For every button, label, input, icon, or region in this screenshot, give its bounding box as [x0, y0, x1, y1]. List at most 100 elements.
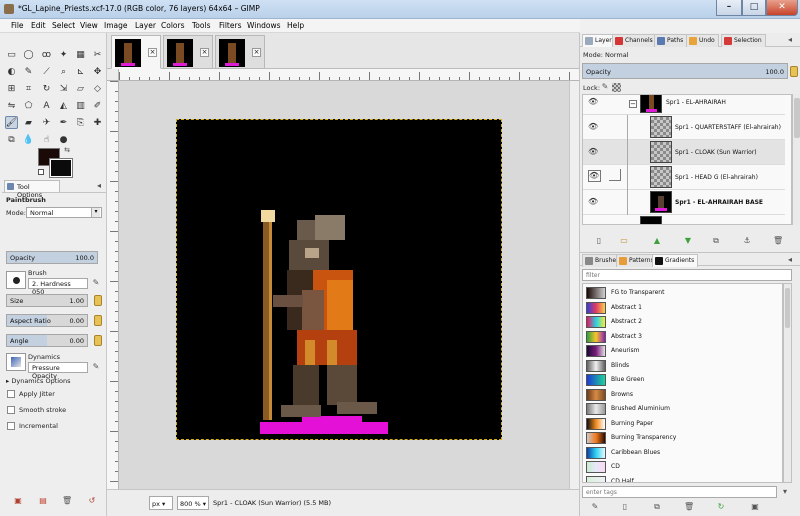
- gradient-item[interactable]: Browns: [583, 388, 782, 403]
- dock-menu-icon[interactable]: ◂: [785, 255, 795, 265]
- image-tab-2[interactable]: ×: [163, 35, 213, 69]
- gradient-item[interactable]: CD: [583, 460, 782, 475]
- gradient-item[interactable]: Burning Paper: [583, 417, 782, 432]
- layer-opacity-slider[interactable]: Opacity 100.0: [582, 63, 788, 79]
- dock-menu-icon[interactable]: ◂: [94, 181, 104, 191]
- smooth-stroke-checkbox[interactable]: [7, 406, 15, 414]
- text-icon[interactable]: A: [40, 99, 53, 112]
- gradients-scrollbar[interactable]: [783, 283, 792, 483]
- gradient-item[interactable]: Abstract 1: [583, 301, 782, 316]
- visibility-eye-icon[interactable]: 👁: [588, 147, 600, 156]
- tags-dropdown-icon[interactable]: ▾: [780, 487, 790, 497]
- tab-selection[interactable]: Selection: [721, 34, 766, 47]
- angle-slider[interactable]: Angle 0.00: [6, 334, 88, 347]
- chain-link-toggle[interactable]: [609, 169, 621, 181]
- heal-icon[interactable]: ✚: [91, 116, 104, 129]
- aspect-ratio-slider[interactable]: Aspect Ratio 0.00: [6, 314, 88, 327]
- paintbrush-icon[interactable]: 🖌: [5, 116, 18, 129]
- reset-options-icon[interactable]: ↺: [87, 496, 97, 506]
- reset-angle-icon[interactable]: [94, 335, 102, 346]
- image-tab-3[interactable]: ×: [215, 35, 265, 69]
- gradient-item[interactable]: Burning Transparency: [583, 431, 782, 446]
- clone-icon[interactable]: ⎘: [74, 116, 87, 129]
- ellipse-select-icon[interactable]: ◯: [22, 48, 35, 61]
- edit-gradient-icon[interactable]: ✎: [590, 502, 600, 512]
- layer-mode-label[interactable]: Mode: Normal: [583, 51, 628, 59]
- mode-select[interactable]: Normal ▾: [26, 207, 102, 218]
- duplicate-gradient-icon[interactable]: ⧉: [652, 502, 662, 512]
- gradient-as-image-icon[interactable]: ▣: [750, 502, 760, 512]
- restore-options-icon[interactable]: ▤: [38, 496, 48, 506]
- minimize-button[interactable]: –: [716, 0, 742, 16]
- layer-row[interactable]: 👁 Spr1 - HEAD G (El-ahrairah): [583, 165, 785, 190]
- shear-icon[interactable]: ▱: [74, 82, 87, 95]
- gradient-tags-input[interactable]: [582, 486, 777, 498]
- visibility-eye-icon[interactable]: 👁: [588, 170, 601, 182]
- crop-icon[interactable]: ⌗: [22, 82, 35, 95]
- layer-row-selected[interactable]: 👁 Spr1 - CLOAK (Sun Warrior): [583, 140, 785, 165]
- fuzzy-select-icon[interactable]: ✦: [57, 48, 70, 61]
- layer-row[interactable]: 👁 − Spr1 - EL-AHRAIRAH: [583, 95, 785, 115]
- ink-icon[interactable]: ✒: [57, 116, 70, 129]
- tab-undo[interactable]: Undo: [686, 34, 719, 47]
- gradient-item[interactable]: Brushed Aluminium: [583, 402, 782, 417]
- rotate-icon[interactable]: ↻: [40, 82, 53, 95]
- tab-channels[interactable]: Channels: [612, 34, 657, 47]
- menu-colors[interactable]: Colors: [161, 21, 185, 30]
- new-gradient-icon[interactable]: ▯: [620, 502, 630, 512]
- gradient-item[interactable]: Blinds: [583, 359, 782, 374]
- paths-icon[interactable]: ✎: [22, 65, 35, 78]
- gradient-item[interactable]: Blue Green: [583, 373, 782, 388]
- move-icon[interactable]: ✥: [91, 65, 104, 78]
- rect-select-icon[interactable]: ▭: [5, 48, 18, 61]
- layers-scrollbar[interactable]: [792, 94, 800, 225]
- close-tab-icon[interactable]: ×: [148, 48, 157, 57]
- measure-icon[interactable]: ⊾: [74, 65, 87, 78]
- color-picker-icon[interactable]: ⟋: [40, 65, 53, 78]
- blend-icon[interactable]: ▥: [74, 99, 87, 112]
- dynamics-preview[interactable]: [6, 353, 26, 371]
- opacity-slider[interactable]: Opacity 100.0: [6, 251, 98, 264]
- incremental-checkbox[interactable]: [7, 422, 15, 430]
- gradients-scrollbar-thumb[interactable]: [785, 288, 790, 328]
- tab-gradients[interactable]: Gradients: [652, 254, 699, 267]
- cage-transform-icon[interactable]: ⬠: [22, 99, 35, 112]
- menu-tools[interactable]: Tools: [192, 21, 210, 30]
- background-color-swatch[interactable]: [49, 158, 73, 178]
- flip-icon[interactable]: ⇋: [5, 99, 18, 112]
- swap-colors-icon[interactable]: ⇆: [62, 145, 72, 155]
- menu-edit[interactable]: Edit: [31, 21, 46, 30]
- image-tab-1[interactable]: ×: [111, 35, 161, 69]
- menu-file[interactable]: File: [11, 21, 24, 30]
- delete-options-icon[interactable]: 🗑: [62, 496, 72, 506]
- lower-layer-icon[interactable]: ▼: [683, 236, 693, 246]
- close-button[interactable]: ✕: [766, 0, 798, 16]
- visibility-eye-icon[interactable]: 👁: [588, 122, 600, 131]
- reset-size-icon[interactable]: [94, 295, 102, 306]
- canvas-vertical-scrollbar[interactable]: [569, 81, 579, 489]
- layer-row[interactable]: [583, 215, 785, 224]
- free-select-icon[interactable]: ꝏ: [40, 48, 53, 61]
- new-layer-group-icon[interactable]: ▭: [619, 236, 629, 246]
- maximize-button[interactable]: □: [742, 0, 766, 16]
- scale-icon[interactable]: ⇲: [57, 82, 70, 95]
- brush-name-field[interactable]: 2. Hardness 050: [28, 278, 88, 296]
- close-tab-icon[interactable]: ×: [252, 48, 261, 57]
- refresh-gradients-icon[interactable]: ↻: [716, 502, 726, 512]
- apply-jitter-checkbox[interactable]: [7, 390, 15, 398]
- visibility-eye-icon[interactable]: 👁: [588, 97, 600, 106]
- menu-select[interactable]: Select: [52, 21, 75, 30]
- menu-image[interactable]: Image: [104, 21, 128, 30]
- gradient-item[interactable]: Abstract 2: [583, 315, 782, 330]
- tab-tool-options[interactable]: Tool Options: [4, 180, 60, 199]
- bucket-fill-icon[interactable]: ◭: [57, 99, 70, 112]
- new-layer-icon[interactable]: ▯: [594, 236, 604, 246]
- brush-preview[interactable]: [6, 271, 26, 289]
- unit-select[interactable]: px ▾: [149, 496, 173, 510]
- gradient-item[interactable]: Caribbean Blues: [583, 446, 782, 461]
- edit-brush-icon[interactable]: ✎: [91, 278, 101, 288]
- layer-row[interactable]: 👁 Spr1 - QUARTERSTAFF (El-ahrairah): [583, 115, 785, 140]
- duplicate-layer-icon[interactable]: ⧉: [711, 236, 721, 246]
- reset-aspect-icon[interactable]: [94, 315, 102, 326]
- gradient-filter-input[interactable]: [582, 269, 792, 281]
